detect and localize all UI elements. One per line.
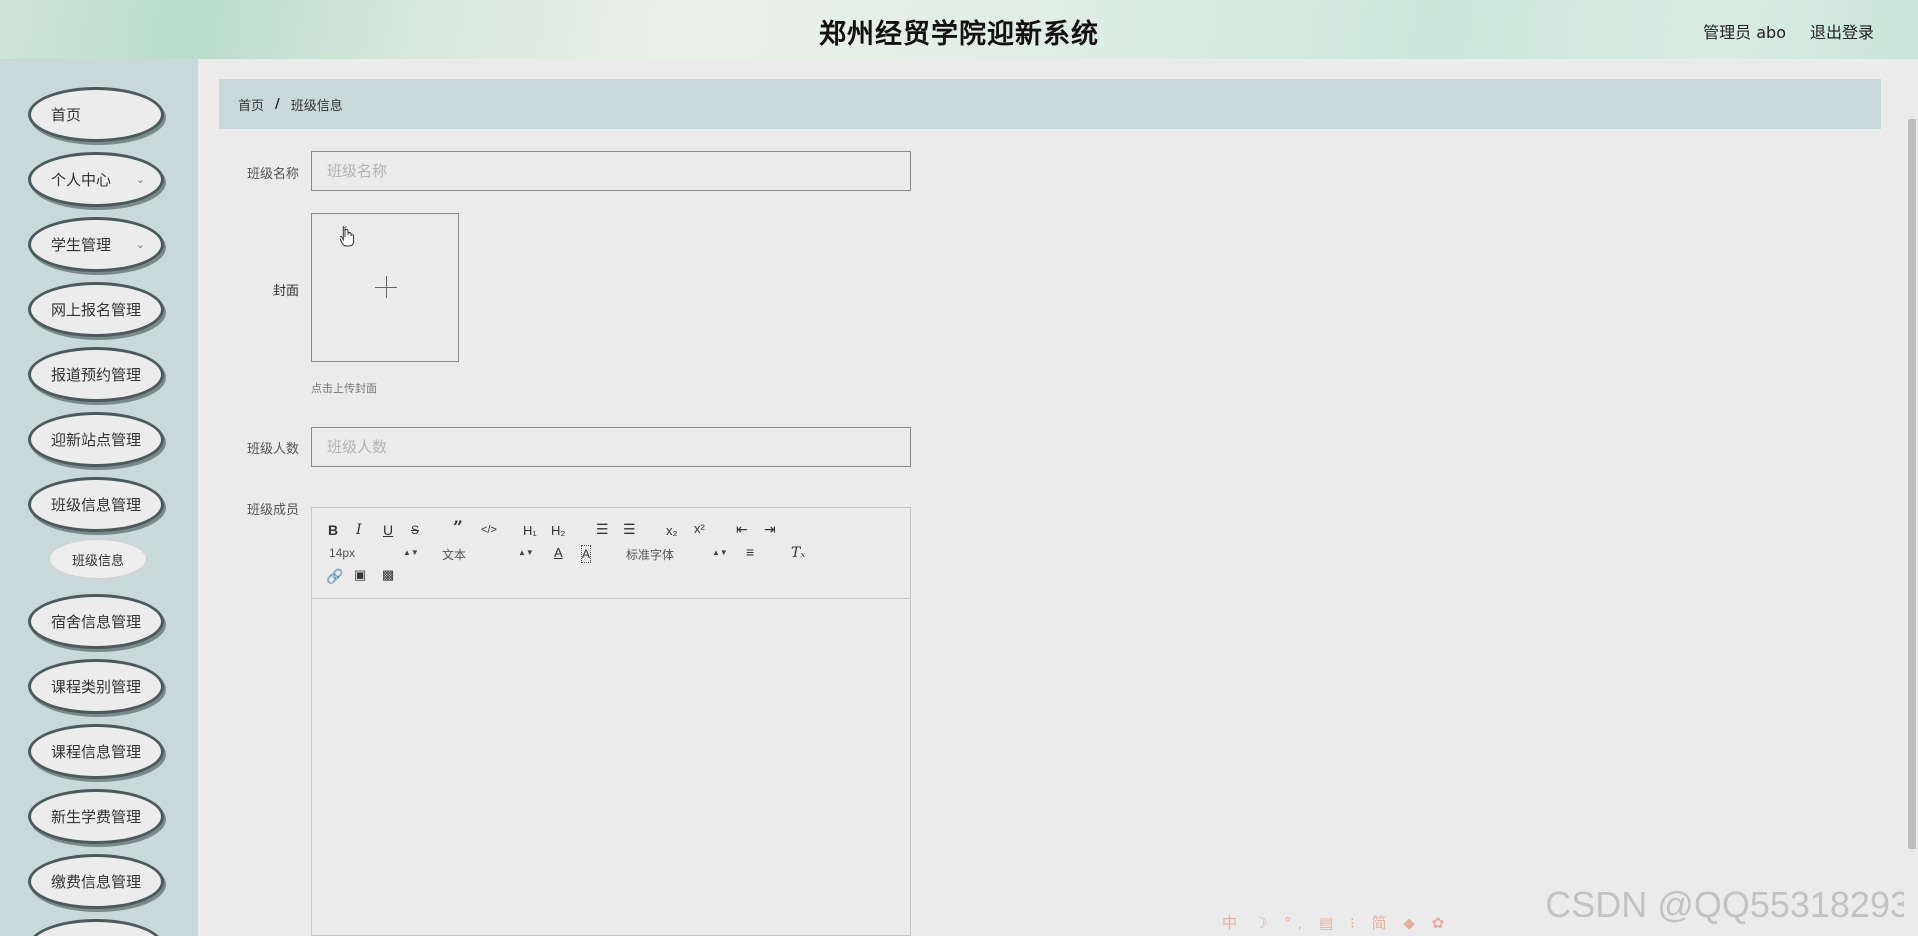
select-arrows-icon: ▲▼: [403, 548, 419, 557]
sidebar-item-label: 新生学费管理: [51, 808, 142, 826]
breadcrumb: 首页 / 班级信息: [219, 79, 1881, 129]
plus-icon-vertical: [386, 276, 387, 298]
sidebar-item-online-registration[interactable]: 网上报名管理: [28, 282, 164, 337]
sidebar-nav: 首页 个人中心 ⌄ 学生管理 ⌄ 网上报名管理 报道预约管理 迎新站点管理 班级…: [0, 59, 198, 936]
sidebar-item-payment[interactable]: 缴费信息管理: [28, 854, 164, 909]
ordered-list-icon[interactable]: ☰: [596, 521, 609, 537]
class-members-editor: B I U S ” </> H₁ H₂ ☰ ☰ x₂ x² ⇤ ⇥ 14px ▲…: [311, 507, 911, 936]
sidebar-subitem-class-info[interactable]: 班级信息: [49, 539, 147, 579]
cover-label: 封面: [272, 284, 299, 299]
sidebar-item-tuition[interactable]: 新生学费管理: [28, 789, 164, 844]
scrollbar-thumb[interactable]: [1908, 119, 1916, 849]
font-family-value: 标准字体: [626, 548, 675, 562]
italic-icon[interactable]: I: [356, 522, 362, 538]
block-format-value: 文本: [442, 548, 467, 562]
background-color-icon[interactable]: A: [581, 545, 592, 563]
sidebar-item-course-category[interactable]: 课程类别管理: [28, 659, 164, 714]
sidebar-item-more[interactable]: [28, 919, 164, 936]
heading1-icon[interactable]: H₁: [523, 523, 537, 539]
select-arrows-icon: ▲▼: [518, 548, 534, 557]
sidebar-item-label: 迎新站点管理: [51, 431, 142, 449]
page-scrollbar[interactable]: [1904, 59, 1918, 936]
blockquote-icon[interactable]: ”: [453, 520, 463, 537]
link-icon[interactable]: 🔗: [326, 568, 343, 584]
watermark: CSDN @QQ55318293: [1545, 884, 1910, 925]
sidebar-item-class-info-management[interactable]: 班级信息管理: [28, 477, 164, 532]
font-size-value: 14px: [329, 546, 356, 560]
sidebar-item-welcome-stations[interactable]: 迎新站点管理: [28, 412, 164, 467]
class-name-label: 班级名称: [246, 167, 299, 182]
ime-toolbar: 中 ☽ °, ▤ ⁝ 简 ◆ ✿: [1222, 914, 1451, 932]
heading2-icon[interactable]: H₂: [551, 523, 565, 539]
sidebar-item-label: 课程信息管理: [51, 743, 142, 761]
sidebar-item-report-appointment[interactable]: 报道预约管理: [28, 347, 164, 402]
class-members-label: 班级成员: [246, 503, 299, 518]
breadcrumb-separator: /: [275, 96, 280, 112]
code-icon[interactable]: </>: [481, 522, 497, 538]
select-arrows-icon: ▲▼: [712, 548, 728, 557]
indent-icon[interactable]: ⇥: [764, 521, 776, 537]
chevron-down-icon: ⌄: [135, 173, 145, 186]
sidebar-item-students[interactable]: 学生管理 ⌄: [28, 217, 164, 272]
current-user-label: 管理员 abo: [1703, 23, 1786, 42]
video-icon[interactable]: ▩: [382, 567, 394, 583]
sidebar-subitem-label: 班级信息: [71, 553, 124, 569]
sidebar-item-label: 报道预约管理: [51, 366, 142, 384]
hand-cursor-icon: [340, 226, 355, 247]
sidebar-item-personal-center[interactable]: 个人中心 ⌄: [28, 152, 164, 207]
sidebar-item-label: 课程类别管理: [51, 678, 142, 696]
subscript-icon[interactable]: x₂: [666, 523, 678, 539]
sidebar-item-label: 班级信息管理: [51, 496, 142, 514]
sidebar-item-label: 首页: [51, 106, 82, 124]
strikethrough-icon[interactable]: S: [411, 522, 419, 538]
editor-toolbar: B I U S ” </> H₁ H₂ ☰ ☰ x₂ x² ⇤ ⇥ 14px ▲…: [312, 508, 910, 599]
font-size-select[interactable]: 14px ▲▼: [329, 546, 419, 560]
bold-icon[interactable]: B: [328, 522, 338, 538]
bullet-list-icon[interactable]: ☰: [623, 521, 636, 537]
class-size-input[interactable]: [311, 427, 911, 467]
align-icon[interactable]: ≡: [746, 544, 754, 560]
header-actions: 管理员 abo 退出登录: [1703, 19, 1874, 43]
top-header: 郑州经贸学院迎新系统 管理员 abo 退出登录: [0, 0, 1918, 59]
sidebar-item-label: 个人中心: [51, 171, 112, 189]
sidebar-item-label: 宿舍信息管理: [51, 613, 142, 631]
font-family-select[interactable]: 标准字体 ▲▼: [626, 546, 728, 563]
font-color-icon[interactable]: A: [554, 545, 563, 561]
sidebar-item-label: 网上报名管理: [51, 301, 142, 319]
sidebar-item-course-info[interactable]: 课程信息管理: [28, 724, 164, 779]
clear-format-icon[interactable]: Tₓ: [791, 545, 805, 561]
block-format-select[interactable]: 文本 ▲▼: [442, 546, 534, 563]
breadcrumb-home-link[interactable]: 首页: [238, 95, 264, 114]
cover-upload-tip: 点击上传封面: [311, 382, 377, 395]
sidebar-item-label: 学生管理: [51, 236, 112, 254]
chevron-down-icon: ⌄: [135, 238, 145, 251]
cover-upload-box[interactable]: [311, 213, 459, 362]
logout-link[interactable]: 退出登录: [1810, 19, 1874, 43]
underline-icon[interactable]: U: [383, 522, 393, 538]
sidebar-item-home[interactable]: 首页: [28, 87, 164, 142]
sidebar-item-dormitory[interactable]: 宿舍信息管理: [28, 594, 164, 649]
breadcrumb-current: 班级信息: [290, 98, 343, 114]
image-icon[interactable]: ▣: [354, 567, 366, 583]
class-size-label: 班级人数: [246, 442, 299, 457]
sidebar-item-label: 缴费信息管理: [51, 873, 142, 891]
outdent-icon[interactable]: ⇤: [736, 521, 748, 537]
app-title: 郑州经贸学院迎新系统: [819, 19, 1099, 50]
class-name-input[interactable]: [311, 151, 911, 191]
superscript-icon[interactable]: x²: [694, 521, 705, 537]
